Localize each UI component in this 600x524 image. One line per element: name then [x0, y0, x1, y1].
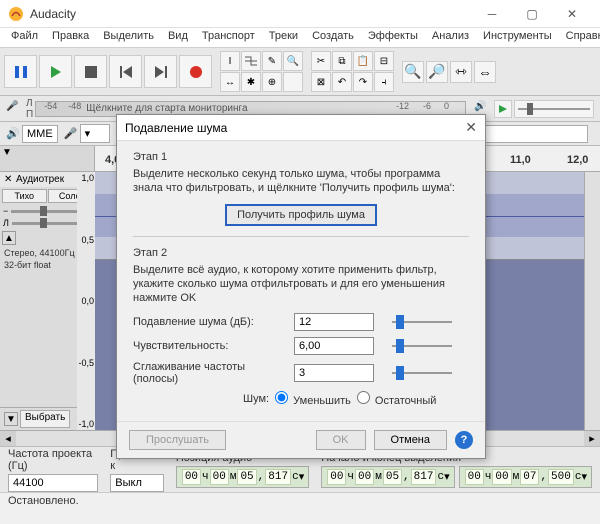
audio-position-display[interactable]: 00ч 00м 05, 817с▾	[176, 466, 309, 488]
menu-edit[interactable]: Правка	[45, 28, 96, 47]
trim-icon[interactable]: ⊟	[374, 51, 394, 71]
mode-reduce-radio[interactable]: Уменьшить	[275, 391, 351, 407]
step1-description: Выделите несколько секунд только шума, ч…	[133, 167, 469, 196]
stop-button[interactable]	[74, 55, 107, 88]
menu-transport[interactable]: Транспорт	[195, 28, 262, 47]
window-title: Audacity	[30, 7, 472, 21]
rec-threshold-label: ЛП	[26, 98, 33, 120]
collapse-all-button[interactable]: ▼	[4, 412, 18, 426]
menu-select[interactable]: Выделить	[96, 28, 161, 47]
tool-extra1-icon[interactable]: ⊕	[262, 72, 282, 92]
timeshift-tool-icon[interactable]: ↔	[220, 72, 240, 92]
pan-slider[interactable]	[12, 222, 82, 225]
zoom-in-icon[interactable]: 🔍	[402, 61, 424, 83]
step1-label: Этап 1	[133, 151, 469, 163]
freq-smoothing-label: Сглаживание частоты (полосы)	[133, 361, 288, 385]
transport-toolbar: I ✎ 🔍 ↔ ✱ ⊕ ✂ ⧉ 📋 ⊟ ⊠ ↶ ↷ ⫞ 🔍 🔎 ⇿ ⇔	[0, 48, 600, 96]
rate-label: Частота проекта (Гц)	[8, 448, 98, 472]
silence-icon[interactable]: ⊠	[311, 72, 331, 92]
window-titlebar: Audacity ─ ▢ ✕	[0, 0, 600, 28]
record-button[interactable]	[179, 55, 212, 88]
copy-icon[interactable]: ⧉	[332, 51, 352, 71]
track-name: Аудиотрек	[16, 174, 64, 185]
noise-reduction-dialog: Подавление шума ✕ Этап 1 Выделите нескол…	[116, 114, 486, 459]
freq-smoothing-slider[interactable]	[392, 366, 452, 380]
menu-effects[interactable]: Эффекты	[361, 28, 425, 47]
draw-tool-icon[interactable]: ✎	[262, 51, 282, 71]
selection-tool-icon[interactable]: I	[220, 51, 240, 71]
project-rate-select[interactable]: 44100	[8, 474, 98, 492]
cut-icon[interactable]: ✂	[311, 51, 331, 71]
collapse-button[interactable]: ▲	[2, 231, 16, 245]
get-noise-profile-button[interactable]: Получить профиль шума	[225, 204, 377, 226]
sensitivity-label: Чувствительность:	[133, 340, 288, 352]
play-at-speed-button[interactable]	[494, 100, 512, 118]
maximize-button[interactable]: ▢	[512, 2, 552, 26]
select-button[interactable]: Выбрать	[20, 410, 70, 428]
mic-icon: 🎤	[6, 101, 22, 117]
play-button[interactable]	[39, 55, 72, 88]
menu-tracks[interactable]: Треки	[262, 28, 305, 47]
help-button[interactable]: ?	[455, 431, 473, 449]
menu-tools[interactable]: Инструменты	[476, 28, 559, 47]
mute-button[interactable]: Тихо	[2, 189, 47, 203]
minimize-button[interactable]: ─	[472, 2, 512, 26]
noise-db-slider[interactable]	[392, 315, 452, 329]
noise-db-input[interactable]	[294, 313, 374, 331]
menu-bar: Файл Правка Выделить Вид Транспорт Треки…	[0, 28, 600, 48]
skip-end-button[interactable]	[144, 55, 177, 88]
sensitivity-slider[interactable]	[392, 339, 452, 353]
step2-label: Этап 2	[133, 247, 469, 259]
noise-mode-label: Шум:	[243, 393, 269, 405]
redo-icon[interactable]: ↷	[353, 72, 373, 92]
mode-residual-radio[interactable]: Остаточный	[357, 391, 437, 407]
menu-generate[interactable]: Создать	[305, 28, 361, 47]
menu-help[interactable]: Справка	[559, 28, 600, 47]
audacity-logo-icon	[8, 6, 24, 22]
status-bar: Остановлено.	[0, 492, 600, 512]
pause-button[interactable]	[4, 55, 37, 88]
noise-db-label: Подавление шума (дБ):	[133, 316, 288, 328]
fit-selection-icon[interactable]: ⇿	[450, 61, 472, 83]
dialog-close-button[interactable]: ✕	[447, 119, 477, 136]
mic-icon2: 🎤	[64, 127, 78, 141]
envelope-tool-icon[interactable]	[241, 51, 261, 71]
audio-host-select[interactable]: MME	[22, 125, 58, 143]
preview-button[interactable]: Прослушать	[129, 430, 226, 450]
sensitivity-input[interactable]	[294, 337, 374, 355]
selection-start-display[interactable]: 00ч 00м 05, 817с▾	[321, 466, 454, 488]
skip-start-button[interactable]	[109, 55, 142, 88]
dialog-title: Подавление шума	[125, 121, 447, 135]
rec-device-select[interactable]: ▾	[80, 124, 110, 143]
ok-button[interactable]: OK	[316, 430, 366, 450]
undo-icon[interactable]: ↶	[332, 72, 352, 92]
menu-file[interactable]: Файл	[4, 28, 45, 47]
paste-icon[interactable]: 📋	[353, 51, 373, 71]
split-icon[interactable]: ⫞	[374, 72, 394, 92]
cancel-button[interactable]: Отмена	[374, 430, 447, 450]
menu-analyze[interactable]: Анализ	[425, 28, 476, 47]
step2-description: Выделите всё аудио, к которому хотите пр…	[133, 263, 469, 306]
selection-end-display[interactable]: 00ч 00м 07, 500с▾	[459, 466, 592, 488]
fit-project-icon[interactable]: ⇔	[474, 61, 496, 83]
zoom-tool-icon[interactable]: 🔍	[283, 51, 303, 71]
meter-click-hint: Щёлкните для старта мониторинга	[86, 103, 247, 114]
gain-slider[interactable]	[11, 210, 82, 213]
close-button[interactable]: ✕	[552, 2, 592, 26]
multi-tool-icon[interactable]: ✱	[241, 72, 261, 92]
snap-select[interactable]: Выкл	[110, 474, 164, 492]
track-close-icon[interactable]: ✕	[4, 174, 14, 185]
tool-extra2-icon[interactable]	[283, 72, 303, 92]
zoom-out-icon[interactable]: 🔎	[426, 61, 448, 83]
vertical-scrollbar[interactable]	[584, 172, 600, 430]
menu-view[interactable]: Вид	[161, 28, 195, 47]
speed-slider[interactable]	[514, 100, 594, 118]
audio-host-icon: 🔊	[6, 127, 20, 141]
freq-smoothing-input[interactable]	[294, 364, 374, 382]
